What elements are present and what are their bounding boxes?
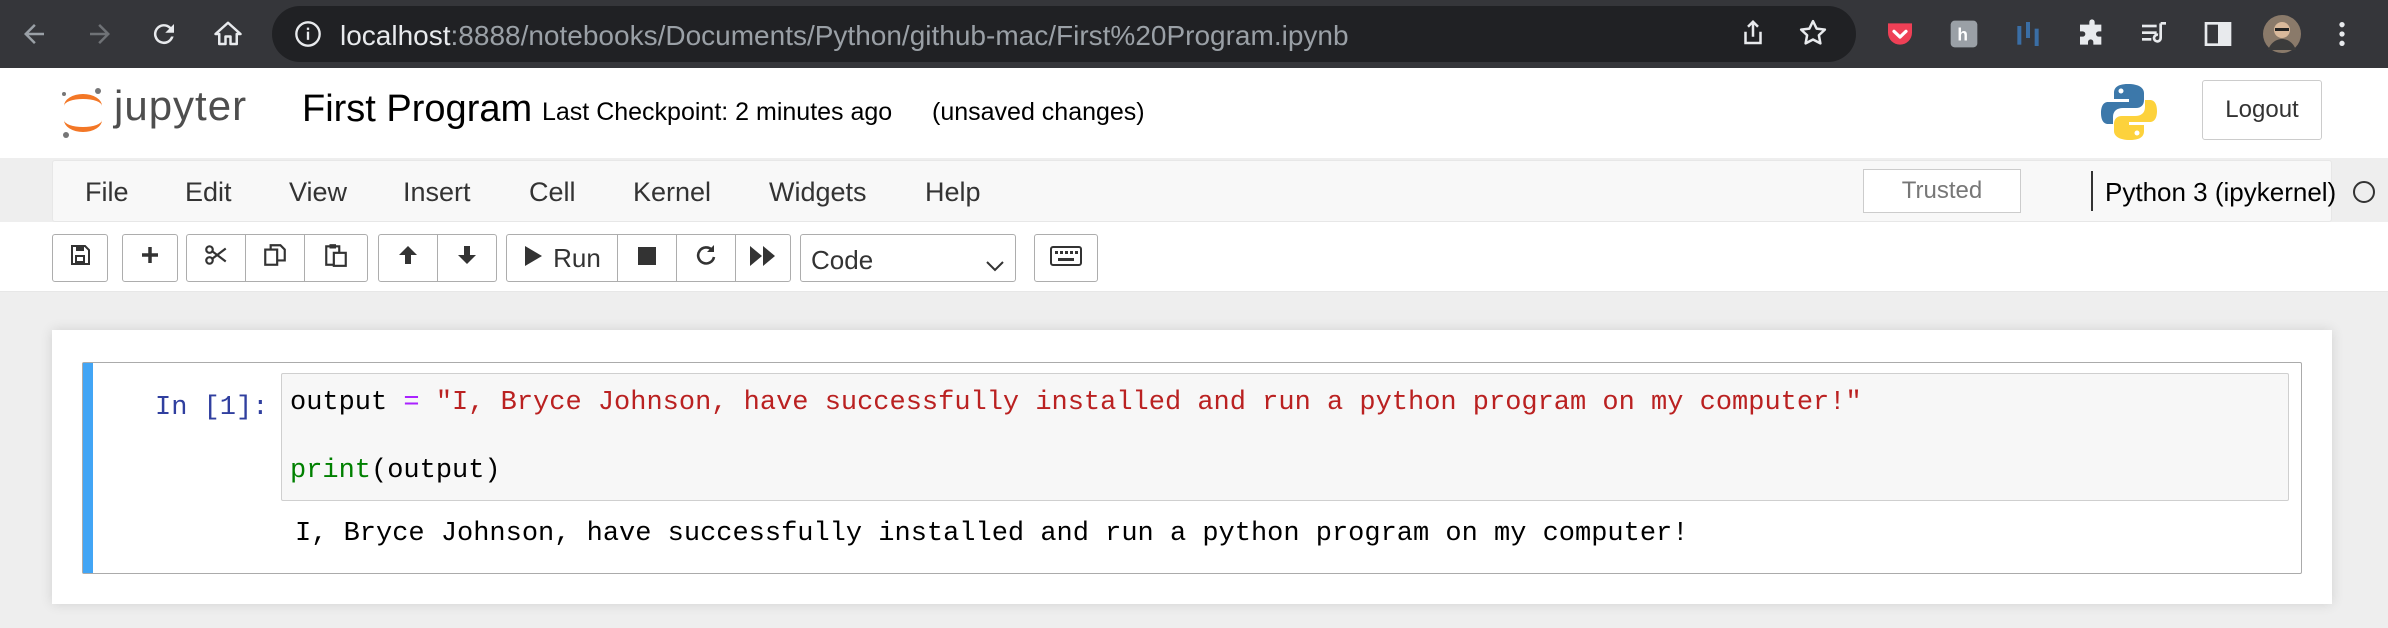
puzzle-extensions-icon[interactable] bbox=[2072, 14, 2112, 54]
save-icon bbox=[68, 243, 92, 274]
pocket-icon[interactable] bbox=[1880, 14, 1920, 54]
checkpoint-status: Last Checkpoint: 2 minutes ago bbox=[542, 98, 893, 126]
cell-type-select[interactable]: Code bbox=[800, 234, 1016, 282]
unsaved-changes-status: (unsaved changes) bbox=[932, 98, 1145, 126]
svg-text:h: h bbox=[1957, 25, 1968, 45]
code-string: "I, Bryce Johnson, have successfully ins… bbox=[435, 388, 1862, 418]
menu-help[interactable]: Help bbox=[925, 177, 981, 208]
menu-kernel[interactable]: Kernel bbox=[633, 177, 711, 208]
chevron-down-icon bbox=[985, 249, 1005, 280]
side-panel-icon[interactable] bbox=[2198, 14, 2238, 54]
notebook-container: In [1]: output = "I, Bryce Johnson, have… bbox=[52, 330, 2332, 604]
restart-icon bbox=[694, 243, 718, 274]
trusted-indicator[interactable]: Trusted bbox=[1863, 169, 2021, 213]
code-builtin: print bbox=[290, 456, 372, 486]
address-bar[interactable]: localhost:8888/notebooks/Documents/Pytho… bbox=[272, 6, 1856, 62]
menu-insert[interactable]: Insert bbox=[403, 177, 471, 208]
back-arrow-icon[interactable] bbox=[14, 14, 54, 54]
copy-button[interactable] bbox=[245, 234, 305, 282]
menu-view[interactable]: View bbox=[289, 177, 347, 208]
cut-button[interactable] bbox=[186, 234, 246, 282]
paste-button[interactable] bbox=[304, 234, 368, 282]
run-button-label: Run bbox=[553, 242, 601, 273]
jupyter-header: jupyter First Program Last Checkpoint: 2… bbox=[0, 68, 2388, 158]
profile-avatar[interactable] bbox=[2262, 14, 2302, 54]
python-logo-icon bbox=[2100, 82, 2158, 147]
plus-icon bbox=[138, 243, 162, 274]
menu-widgets[interactable]: Widgets bbox=[769, 177, 867, 208]
menu-bar: File Edit View Insert Cell Kernel Widget… bbox=[52, 160, 2375, 222]
info-icon[interactable] bbox=[294, 20, 322, 53]
logout-button[interactable]: Logout bbox=[2202, 80, 2322, 140]
stop-icon bbox=[636, 243, 658, 274]
bookmark-star-icon[interactable] bbox=[1798, 18, 1828, 53]
menu-file[interactable]: File bbox=[85, 177, 129, 208]
notebook-toolbar: Run Code bbox=[0, 222, 2388, 292]
copy-icon bbox=[262, 242, 288, 275]
kernel-name[interactable]: Python 3 (ipykernel) bbox=[2105, 177, 2336, 208]
run-button[interactable]: Run bbox=[506, 234, 618, 282]
restart-run-all-button[interactable] bbox=[735, 234, 791, 282]
selected-cell-indicator bbox=[83, 363, 93, 573]
browser-menu-icon[interactable] bbox=[2322, 14, 2362, 54]
scissors-icon bbox=[203, 242, 229, 275]
code-operator: = bbox=[403, 388, 420, 418]
keyboard-icon bbox=[1050, 243, 1082, 274]
menu-cell[interactable]: Cell bbox=[529, 177, 576, 208]
jupyter-logo-icon[interactable] bbox=[58, 82, 108, 149]
kernel-idle-indicator-icon bbox=[2353, 181, 2375, 203]
reload-icon[interactable] bbox=[144, 14, 184, 54]
play-icon bbox=[523, 243, 543, 274]
jupyter-logo-text: jupyter bbox=[114, 82, 248, 129]
interrupt-button[interactable] bbox=[617, 234, 677, 282]
home-icon[interactable] bbox=[208, 14, 248, 54]
code-editor[interactable]: output = "I, Bryce Johnson, have success… bbox=[281, 373, 2289, 501]
arrow-up-icon bbox=[396, 243, 420, 274]
cell-output: I, Bryce Johnson, have successfully inst… bbox=[295, 519, 1689, 549]
code-call-args: (output) bbox=[371, 456, 501, 486]
url-text[interactable]: localhost:8888/notebooks/Documents/Pytho… bbox=[340, 20, 1349, 52]
cell-type-value: Code bbox=[811, 245, 874, 275]
url-host: localhost bbox=[340, 20, 451, 51]
code-cell[interactable]: In [1]: output = "I, Bryce Johnson, have… bbox=[82, 362, 2302, 574]
menu-edit[interactable]: Edit bbox=[185, 177, 232, 208]
paste-icon bbox=[323, 242, 349, 275]
kernel-divider bbox=[2091, 171, 2093, 211]
command-palette-button[interactable] bbox=[1034, 234, 1098, 282]
code-line-2: print(output) bbox=[290, 456, 501, 486]
restart-kernel-button[interactable] bbox=[676, 234, 736, 282]
insert-cell-button[interactable] bbox=[122, 234, 178, 282]
media-queue-icon[interactable] bbox=[2134, 14, 2174, 54]
arrow-down-icon bbox=[455, 243, 479, 274]
forward-arrow-icon[interactable] bbox=[80, 14, 120, 54]
browser-toolbar: localhost:8888/notebooks/Documents/Pytho… bbox=[0, 0, 2388, 68]
code-line-1: output = "I, Bryce Johnson, have success… bbox=[290, 388, 1862, 418]
notebook-title[interactable]: First Program bbox=[302, 88, 532, 131]
url-path: :8888/notebooks/Documents/Python/github-… bbox=[450, 20, 1349, 51]
extension-h-icon[interactable]: h bbox=[1944, 14, 1984, 54]
share-icon[interactable] bbox=[1738, 18, 1768, 53]
extension-bars-icon[interactable] bbox=[2008, 14, 2048, 54]
code-variable: output bbox=[290, 388, 388, 418]
save-button[interactable] bbox=[52, 234, 108, 282]
fast-forward-icon bbox=[749, 243, 777, 274]
move-up-button[interactable] bbox=[378, 234, 438, 282]
input-prompt: In [1]: bbox=[155, 393, 269, 423]
move-down-button[interactable] bbox=[437, 234, 497, 282]
